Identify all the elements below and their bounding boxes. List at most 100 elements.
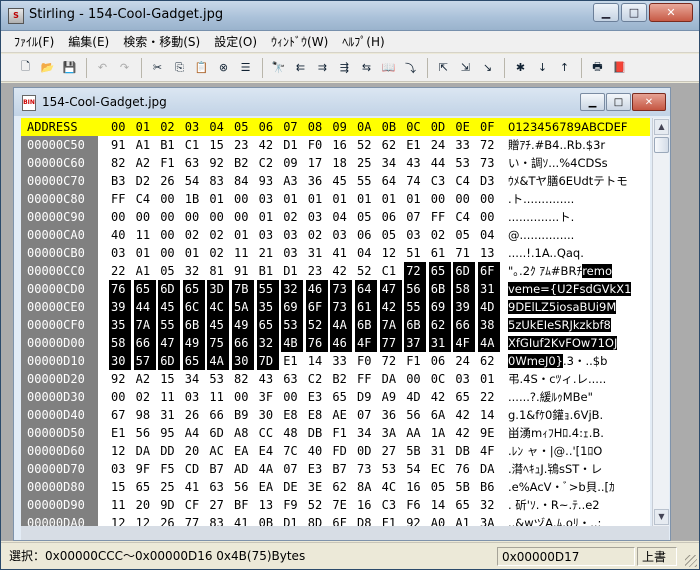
hex-byte[interactable]: 02: [183, 226, 205, 244]
app-icon[interactable]: S: [8, 8, 24, 24]
hex-byte[interactable]: 05: [158, 262, 180, 280]
hex-byte[interactable]: DE: [281, 478, 303, 496]
hex-byte[interactable]: 32: [256, 334, 279, 352]
edit-mode-status[interactable]: 上書: [637, 547, 677, 566]
hex-byte[interactable]: 35: [109, 316, 131, 334]
ascii-text[interactable]: XfGIuf2KvFOw71OJ: [508, 334, 650, 352]
hex-byte[interactable]: 03: [306, 208, 328, 226]
resize-grip[interactable]: [685, 555, 697, 567]
doc-close-button[interactable]: ✕: [632, 93, 666, 111]
hex-byte[interactable]: 76: [109, 280, 131, 298]
hex-byte[interactable]: 42: [330, 262, 352, 280]
hex-byte[interactable]: B2: [330, 370, 352, 388]
hex-byte[interactable]: 03: [281, 226, 303, 244]
ascii-text[interactable]: .ト..............: [508, 190, 650, 208]
hex-byte[interactable]: 65: [428, 262, 451, 280]
hex-byte[interactable]: 62: [380, 136, 402, 154]
hex-byte[interactable]: E3: [306, 460, 328, 478]
scroll-thumb[interactable]: [654, 137, 669, 153]
hex-byte[interactable]: 39: [453, 298, 476, 316]
hex-byte[interactable]: B7: [207, 460, 229, 478]
hex-byte[interactable]: 95: [158, 424, 180, 442]
hex-byte[interactable]: 66: [133, 334, 156, 352]
hex-byte[interactable]: E1: [109, 424, 131, 442]
hex-byte[interactable]: 40: [306, 442, 328, 460]
hex-byte[interactable]: 05: [355, 208, 377, 226]
hex-byte[interactable]: 67: [109, 406, 131, 424]
hex-byte[interactable]: AD: [232, 460, 254, 478]
redo-icon[interactable]: ↷: [114, 57, 135, 78]
hex-byte[interactable]: 17: [306, 154, 328, 172]
hex-byte[interactable]: A9: [380, 388, 402, 406]
hex-byte[interactable]: E8: [306, 406, 328, 424]
hex-byte[interactable]: 55: [256, 280, 279, 298]
hex-byte[interactable]: 49: [232, 316, 254, 334]
hex-byte[interactable]: 11: [207, 388, 229, 406]
hex-byte[interactable]: 00: [478, 190, 500, 208]
jump-icon[interactable]: ⤵: [400, 57, 421, 78]
hex-byte[interactable]: 22: [478, 388, 500, 406]
hex-byte[interactable]: 73: [330, 298, 353, 316]
hex-editor-view[interactable]: ADDRESS 00 01 02 03 04 05 06 07 08 09 0A 0B 0C 0D 0E 0F…: [21, 118, 650, 526]
mark-icon[interactable]: ✱: [510, 57, 531, 78]
hex-byte[interactable]: DA: [134, 442, 156, 460]
hex-byte[interactable]: 20: [134, 496, 156, 514]
hex-byte[interactable]: 9D: [158, 496, 180, 514]
hex-byte[interactable]: 64: [380, 172, 402, 190]
hex-byte[interactable]: 00: [158, 190, 180, 208]
hex-byte[interactable]: C2: [257, 154, 279, 172]
hex-byte[interactable]: 0B: [257, 514, 279, 526]
hex-byte[interactable]: 33: [330, 352, 352, 370]
menu-window[interactable]: ｳｨﾝﾄﾞｳ(W): [264, 32, 335, 52]
hex-byte[interactable]: 55: [404, 298, 427, 316]
hex-byte[interactable]: 4A: [330, 316, 353, 334]
hex-byte[interactable]: 37: [404, 334, 427, 352]
hex-byte[interactable]: 21: [257, 244, 279, 262]
hex-byte[interactable]: BF: [232, 496, 254, 514]
hex-byte[interactable]: 1A: [429, 424, 451, 442]
hex-byte[interactable]: 4B: [281, 334, 304, 352]
hex-byte[interactable]: 03: [183, 388, 205, 406]
hex-byte[interactable]: 15: [109, 478, 131, 496]
hex-byte[interactable]: 66: [232, 334, 254, 352]
hex-byte[interactable]: 00: [232, 208, 254, 226]
hex-byte[interactable]: CC: [257, 424, 279, 442]
hex-byte[interactable]: 6F: [330, 514, 352, 526]
ascii-text[interactable]: .ﾚﾝ ャ・|@..'[1ﾛO: [508, 442, 650, 460]
hex-byte[interactable]: 4F: [453, 334, 476, 352]
hex-byte[interactable]: 07: [281, 460, 303, 478]
hex-byte[interactable]: D3: [478, 172, 500, 190]
find-prev-icon[interactable]: ⇇: [290, 57, 311, 78]
goto-end-icon[interactable]: ⇲: [455, 57, 476, 78]
hex-byte[interactable]: 00: [109, 388, 131, 406]
hex-byte[interactable]: 58: [109, 334, 131, 352]
hex-byte[interactable]: 41: [183, 478, 205, 496]
hex-byte[interactable]: 8D: [306, 514, 328, 526]
hex-byte[interactable]: 65: [256, 316, 279, 334]
hex-byte[interactable]: F1: [404, 352, 426, 370]
hex-byte[interactable]: A2: [134, 370, 156, 388]
hex-byte[interactable]: 00: [281, 388, 303, 406]
menu-edit[interactable]: 編集(E): [61, 32, 116, 52]
hex-byte[interactable]: 74: [404, 172, 426, 190]
ascii-text[interactable]: 弔.4S・cﾂィ.レ.....: [508, 370, 650, 388]
hex-byte[interactable]: 42: [257, 136, 279, 154]
hex-byte[interactable]: 56: [232, 478, 254, 496]
hex-byte[interactable]: 15: [158, 370, 180, 388]
hex-byte[interactable]: 54: [404, 460, 426, 478]
hex-byte[interactable]: 83: [207, 514, 229, 526]
ascii-text[interactable]: ｳﾒ&Tヤ膳6EUdtテトモ: [508, 172, 650, 190]
ascii-text[interactable]: . 斫'ｿ.・R~.ﾃ..e2: [508, 496, 650, 514]
hex-byte[interactable]: 01: [134, 244, 156, 262]
ascii-text[interactable]: 9DElLZ5iosaBUi9M: [508, 298, 650, 316]
hex-byte[interactable]: 65: [182, 352, 205, 370]
goto-start-icon[interactable]: ⇱: [433, 57, 454, 78]
hex-byte[interactable]: 00: [109, 208, 131, 226]
hex-byte[interactable]: 77: [379, 334, 402, 352]
hex-byte[interactable]: 40: [109, 226, 131, 244]
hex-byte[interactable]: 92: [207, 154, 229, 172]
hex-byte[interactable]: 31: [429, 442, 451, 460]
hex-byte[interactable]: 00: [158, 226, 180, 244]
hex-byte[interactable]: B1: [257, 262, 279, 280]
hex-byte[interactable]: 83: [207, 172, 229, 190]
